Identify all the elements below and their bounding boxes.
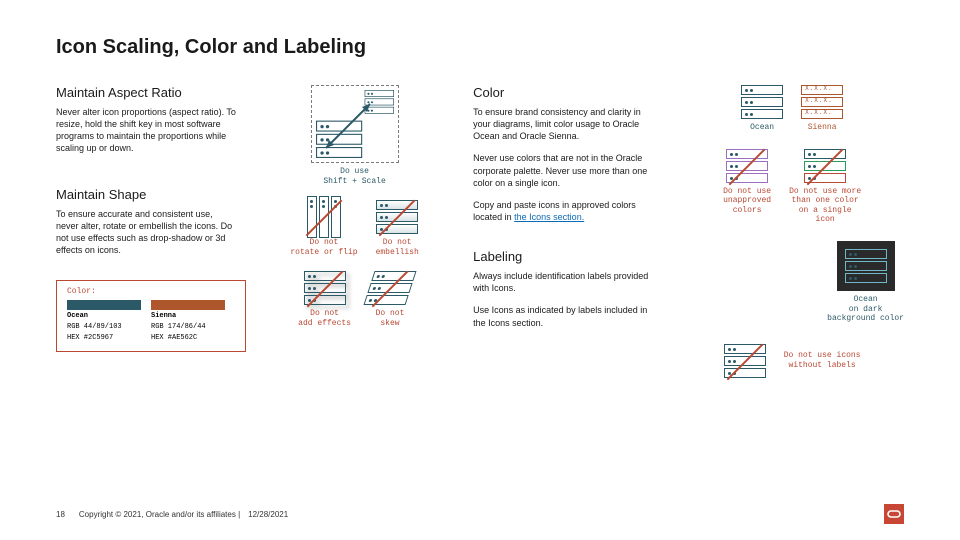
caption-rotate: Do not rotate or flip	[290, 238, 357, 257]
example-skew	[369, 271, 411, 305]
caption-nolabel: Do not use icons without labels	[784, 351, 861, 370]
icons-section-link[interactable]: the Icons section.	[514, 212, 584, 222]
text-shape: To ensure accurate and consistent use, n…	[56, 208, 236, 257]
text-color-2: Never use colors that are not in the Ora…	[473, 152, 650, 188]
color-box-title: Color:	[67, 287, 235, 296]
caption-scale: Do use Shift + Scale	[266, 167, 443, 186]
heading-labeling: Labeling	[473, 249, 650, 264]
color-swatch-box: Color: Ocean RGB 44/89/103 HEX #2C5967 S…	[56, 280, 246, 352]
swatch-sienna: Sienna RGB 174/86/44 HEX #AE562C	[151, 300, 225, 343]
ocean-hex: HEX #2C5967	[67, 334, 141, 343]
swatch-ocean-bar	[67, 300, 141, 310]
caption-dark: Ocean on dark background color	[827, 295, 904, 324]
ocean-rgb: RGB 44/89/103	[67, 323, 141, 332]
caption-effects: Do not add effects	[298, 309, 351, 328]
caption-skew: Do not skew	[376, 309, 405, 328]
text-aspect: Never alter icon proportions (aspect rat…	[56, 106, 236, 155]
ocean-name: Ocean	[67, 312, 88, 320]
caption-ocean: Ocean	[750, 123, 774, 133]
text-color-1: To ensure brand consistency and clarity …	[473, 106, 650, 142]
example-multicolor	[804, 149, 846, 183]
text-color-3: Copy and paste icons in approved colors …	[473, 199, 650, 223]
example-embellish	[376, 200, 418, 234]
slide-footer: 18 Copyright © 2021, Oracle and/or its a…	[56, 504, 904, 524]
footer-date: 12/28/2021	[248, 510, 288, 519]
example-sienna: X.X.X.X.X.X.X.X.X.	[801, 85, 843, 119]
caption-unapproved: Do not use unapproved colors	[723, 187, 771, 216]
text-label-2: Use Icons as indicated by labels include…	[473, 304, 650, 328]
caption-embellish: Do not embellish	[376, 238, 419, 257]
example-effects	[304, 271, 346, 305]
swatch-ocean: Ocean RGB 44/89/103 HEX #2C5967	[67, 300, 141, 343]
swatch-sienna-bar	[151, 300, 225, 310]
caption-sienna: Sienna	[808, 123, 837, 133]
heading-shape: Maintain Shape	[56, 187, 236, 202]
example-unapproved	[726, 149, 768, 183]
scale-arrow-icon	[320, 98, 376, 154]
example-dark-bg	[837, 241, 895, 291]
caption-multicolor: Do not use more than one color on a sing…	[789, 187, 861, 225]
example-nolabel	[724, 344, 766, 378]
page-number: 18	[56, 510, 65, 519]
heading-color: Color	[473, 85, 650, 100]
sienna-hex: HEX #AE562C	[151, 334, 225, 343]
sienna-name: Sienna	[151, 312, 176, 320]
example-rotate	[303, 200, 345, 234]
sienna-rgb: RGB 174/86/44	[151, 323, 225, 332]
oracle-logo-icon	[884, 504, 904, 524]
page-title: Icon Scaling, Color and Labeling	[56, 36, 904, 59]
copyright: Copyright © 2021, Oracle and/or its affi…	[79, 510, 240, 519]
scale-demo	[311, 85, 399, 163]
text-label-1: Always include identification labels pro…	[473, 270, 650, 294]
heading-aspect: Maintain Aspect Ratio	[56, 85, 236, 100]
example-ocean	[741, 85, 783, 119]
